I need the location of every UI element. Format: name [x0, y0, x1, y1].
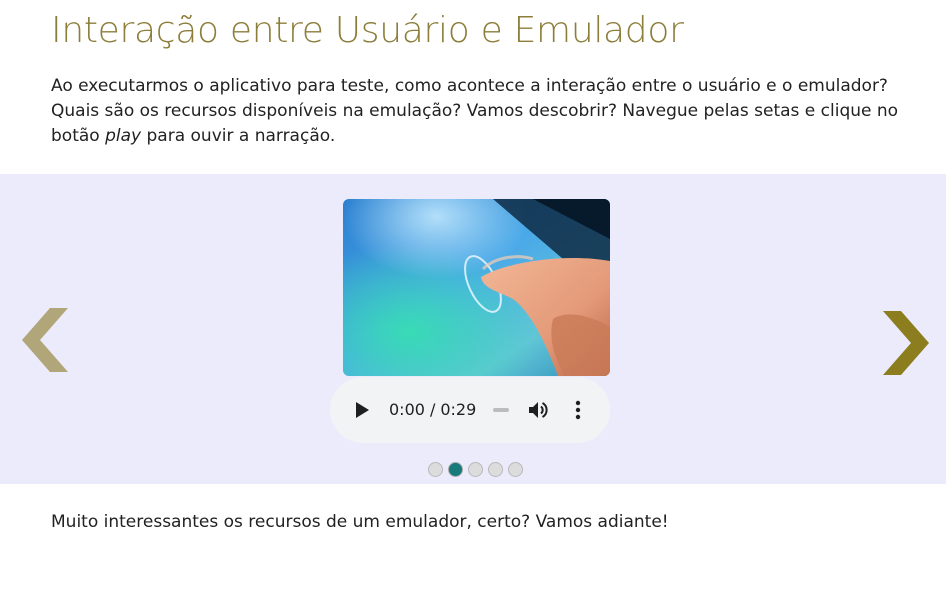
- more-vertical-icon: [575, 400, 581, 420]
- intro-italic-play: play: [105, 126, 142, 146]
- slide-image: [343, 199, 610, 376]
- volume-button[interactable]: [527, 399, 549, 421]
- duration: 0:29: [440, 400, 477, 419]
- audio-player: 0:00/0:29: [330, 377, 610, 443]
- intro-paragraph: Ao executarmos o aplicativo para teste, …: [51, 74, 911, 149]
- slide-dot-5[interactable]: [508, 462, 523, 477]
- intro-text-end: para ouvir a narração.: [141, 126, 336, 146]
- more-options-button[interactable]: [568, 399, 588, 421]
- page-title: Interação entre Usuário e Emulador: [51, 10, 684, 51]
- slide-indicators: [428, 462, 523, 477]
- slide-dot-4[interactable]: [488, 462, 503, 477]
- play-icon: [356, 402, 369, 418]
- previous-arrow-button[interactable]: [22, 308, 68, 377]
- play-button[interactable]: [352, 400, 372, 420]
- current-time: 0:00: [389, 400, 425, 419]
- chevron-right-icon: [883, 311, 929, 375]
- finger-touching-tablet-image: [343, 199, 610, 376]
- page: Interação entre Usuário e Emulador Ao ex…: [0, 0, 946, 595]
- slide-dot-1[interactable]: [428, 462, 443, 477]
- time-display: 0:00/0:29: [389, 398, 476, 422]
- progress-bar[interactable]: [493, 408, 509, 412]
- slide-dot-2[interactable]: [448, 462, 463, 477]
- outro-paragraph: Muito interessantes os recursos de um em…: [51, 512, 669, 532]
- volume-icon: [529, 402, 548, 418]
- carousel: 0:00/0:29: [0, 174, 946, 484]
- next-arrow-button[interactable]: [883, 311, 929, 380]
- slide-dot-3[interactable]: [468, 462, 483, 477]
- chevron-left-icon: [22, 308, 68, 372]
- time-separator: /: [429, 400, 436, 419]
